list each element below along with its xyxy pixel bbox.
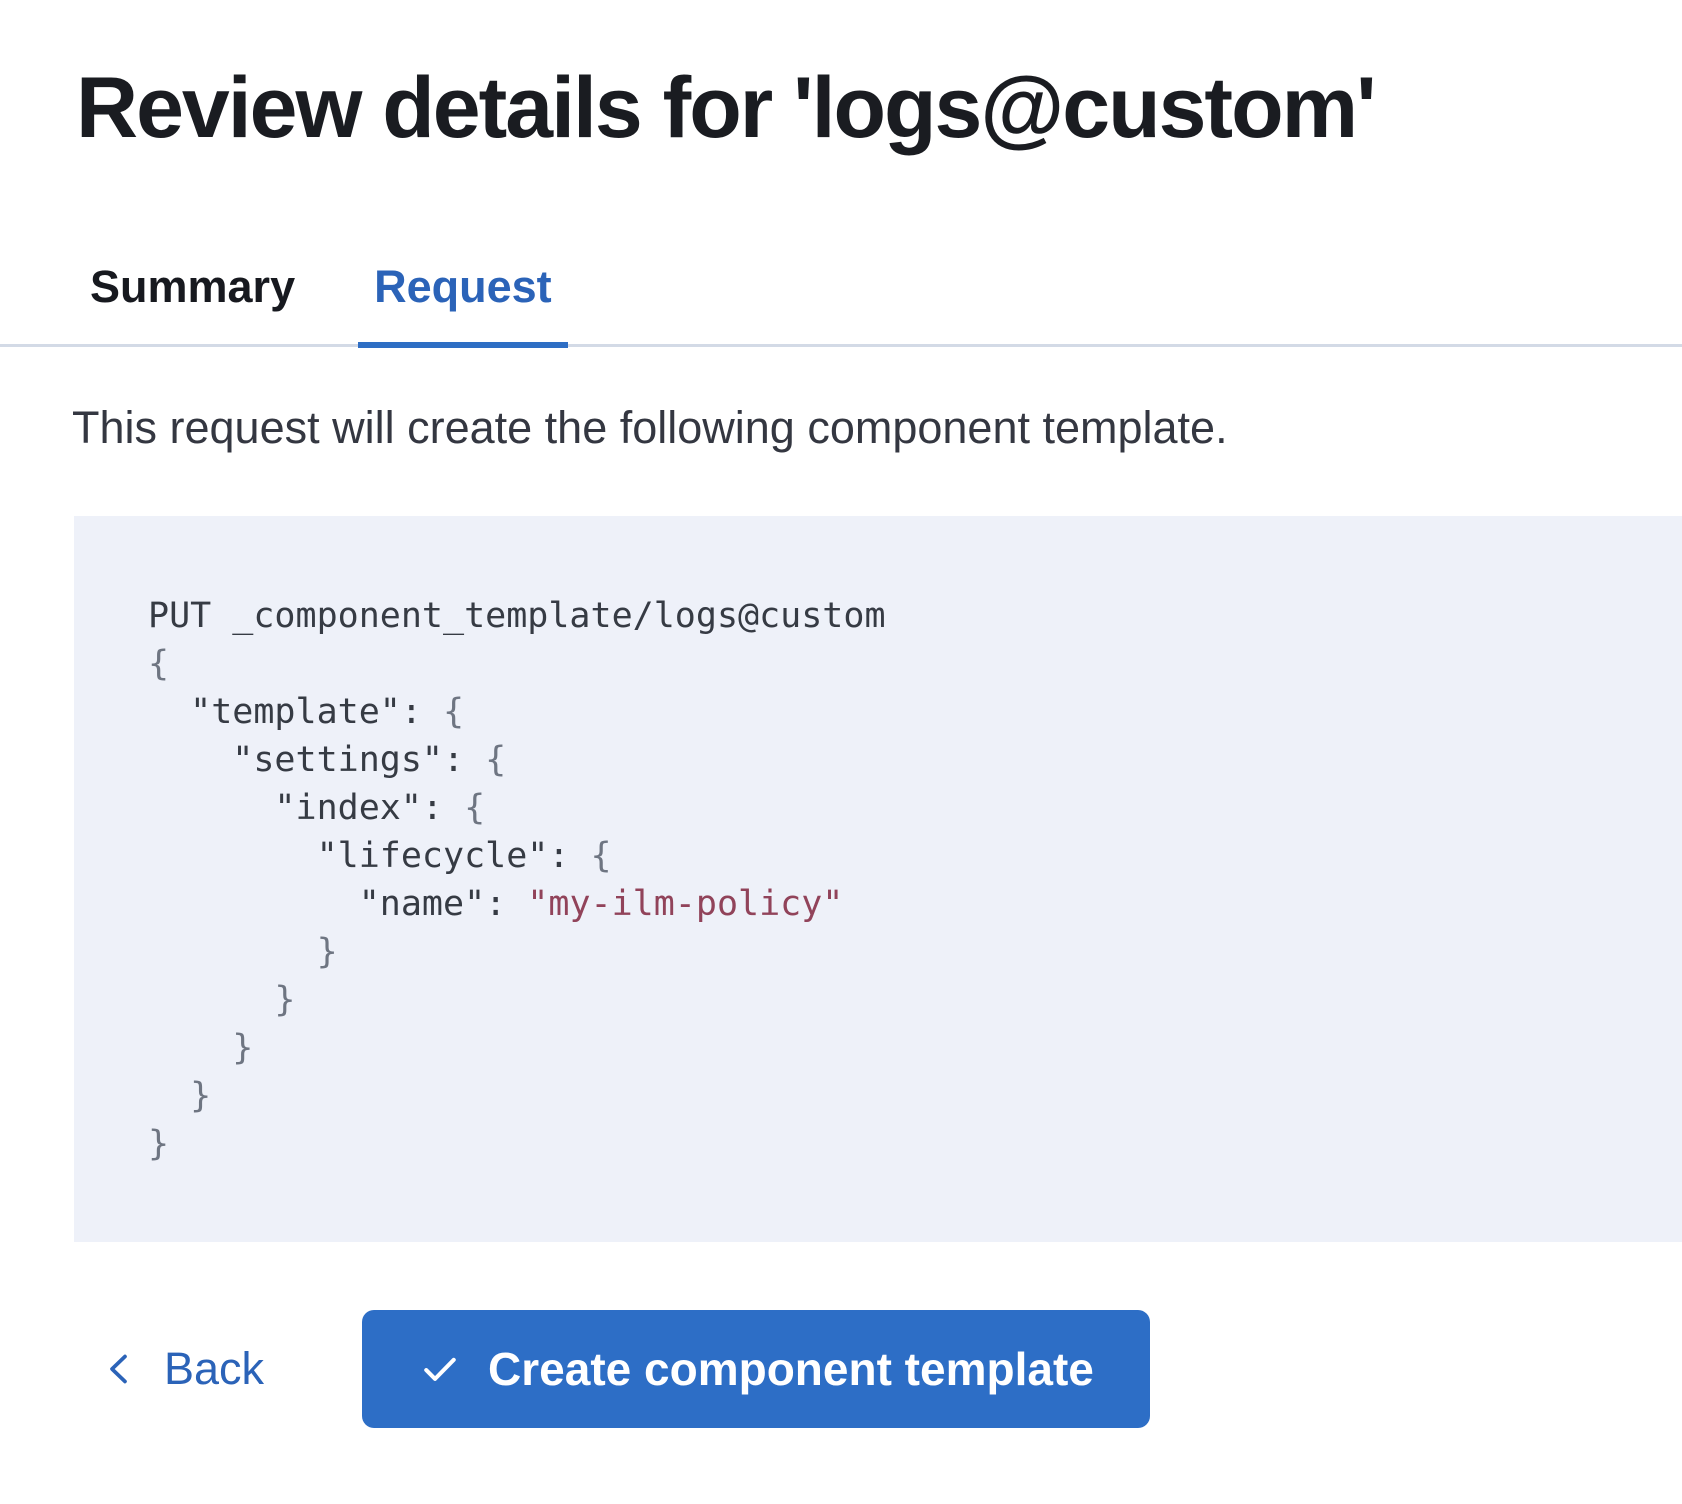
tab-request[interactable]: Request [358,260,568,344]
code-line: } [148,976,1642,1024]
code-line: "settings": { [148,736,1642,784]
code-line: "name": "my-ilm-policy" [148,880,1642,928]
request-code-block: PUT _component_template/logs@custom{ "te… [74,516,1682,1242]
code-line: } [148,1072,1642,1120]
code-line: "template": { [148,688,1642,736]
tab-bar: Summary Request [0,260,1682,347]
back-button-label: Back [164,1343,264,1395]
code-content: PUT _component_template/logs@custom{ "te… [148,592,1642,1168]
code-line: } [148,1120,1642,1168]
code-line: } [148,928,1642,976]
code-line: "lifecycle": { [148,832,1642,880]
code-line: PUT _component_template/logs@custom [148,592,1642,640]
back-button[interactable]: Back [100,1343,264,1395]
request-description: This request will create the following c… [72,399,1682,457]
code-line: } [148,1024,1642,1072]
review-details-panel: Review details for 'logs@custom' Summary… [0,0,1682,1504]
page-title: Review details for 'logs@custom' [0,0,1682,160]
code-line: "index": { [148,784,1642,832]
tab-request-label: Request [374,261,552,312]
chevron-left-icon [100,1349,140,1389]
footer-actions: Back Create component template [100,1310,1682,1428]
check-icon [418,1347,462,1391]
tab-summary-label: Summary [90,261,295,312]
create-component-template-button[interactable]: Create component template [362,1310,1150,1428]
tab-summary[interactable]: Summary [74,260,311,344]
create-button-label: Create component template [488,1342,1094,1396]
code-line: { [148,640,1642,688]
